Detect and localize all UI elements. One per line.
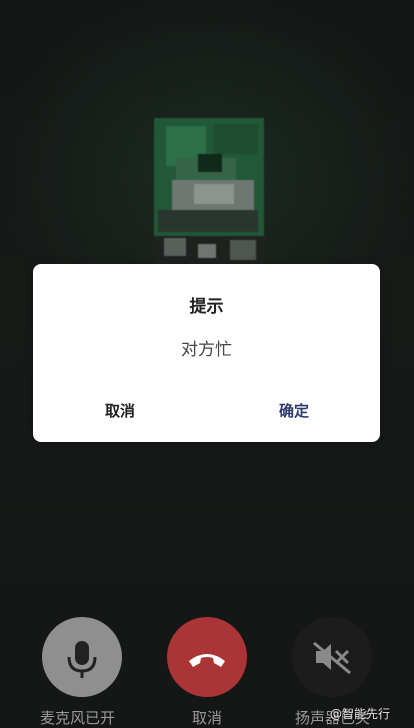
dialog-title: 提示 — [189, 297, 224, 317]
hangup-button[interactable] — [167, 617, 247, 697]
microphone-icon — [67, 641, 97, 678]
microphone-button[interactable] — [42, 617, 122, 697]
speaker-button[interactable] — [292, 617, 372, 697]
speaker-muted-icon — [313, 641, 351, 675]
microphone-label: 麦克风已开 — [40, 709, 116, 727]
dialog-message: 对方忙 — [181, 340, 232, 360]
confirm-button[interactable]: 确定 — [234, 396, 354, 426]
alert-dialog: 提示 对方忙 取消 确定 — [33, 264, 380, 442]
cancel-button[interactable]: 取消 — [60, 396, 180, 426]
phone-hangup-icon — [189, 654, 225, 667]
watermark: @智能先行 — [330, 707, 391, 721]
hangup-label: 取消 — [192, 709, 223, 727]
